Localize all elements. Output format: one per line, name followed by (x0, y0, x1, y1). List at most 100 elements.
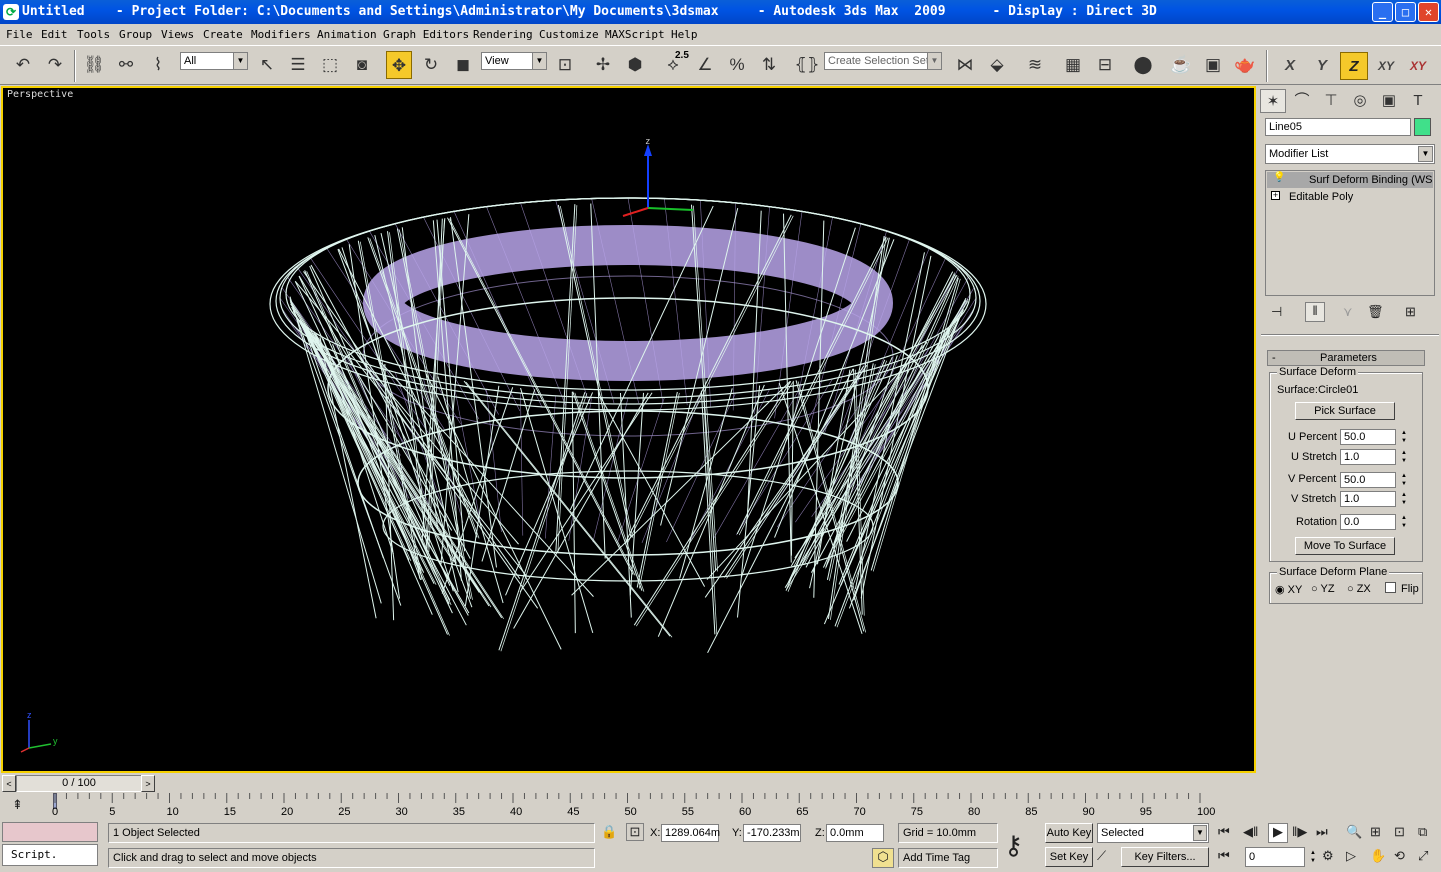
pivot-center-icon[interactable]: ⊡ (552, 51, 578, 79)
select-object-icon[interactable]: ↖ (254, 51, 280, 79)
object-name-field[interactable]: Line05 (1265, 118, 1411, 136)
menu-tools[interactable]: Tools (77, 28, 110, 41)
v-stretch-spinner-icon[interactable]: ▲ ▼ (1399, 491, 1409, 507)
menu-help[interactable]: Help (671, 28, 698, 41)
play-icon[interactable]: ▶ (1268, 823, 1288, 843)
menu-graph-editors[interactable]: Graph Editors (383, 28, 469, 41)
spinner-snap-icon[interactable]: ⇅ (756, 51, 782, 79)
time-configuration-icon[interactable]: ⚙ (1322, 848, 1334, 864)
render-setup-icon[interactable]: ☕ (1168, 51, 1194, 79)
parameters-rollout-header[interactable]: - Parameters (1267, 350, 1425, 366)
axis-x-button[interactable]: X (1276, 52, 1304, 80)
radio-zx[interactable]: ○ ZX (1347, 583, 1371, 595)
maxscript-mini-listener[interactable]: Script. (2, 844, 98, 866)
rectangular-selection-icon[interactable]: ⬚ (317, 51, 343, 79)
menu-edit[interactable]: Edit (41, 28, 68, 41)
x-coord-field[interactable]: 1289.064m (661, 824, 720, 842)
reference-coord-dropdown[interactable]: View ▼ (481, 52, 547, 70)
menu-views[interactable]: Views (161, 28, 194, 41)
maximize-button[interactable]: □ (1395, 2, 1416, 22)
rotation-field[interactable]: 0.0 (1340, 514, 1396, 530)
angle-snap-icon[interactable]: ∠ (692, 51, 718, 79)
select-and-scale-icon[interactable]: ◼ (450, 51, 476, 79)
flip-checkbox[interactable] (1385, 582, 1396, 593)
stack-item-surf-deform[interactable]: 💡 Surf Deform Binding (WS (1267, 172, 1433, 188)
menu-file[interactable]: File (6, 28, 33, 41)
radio-xy[interactable]: ◉ XY (1275, 583, 1302, 596)
keyboard-shortcut-icon[interactable]: ⬢ (622, 51, 648, 79)
undo-icon[interactable]: ↶ (10, 51, 36, 79)
material-editor-icon[interactable]: ⬤ (1130, 51, 1156, 79)
track-bar[interactable]: ⇞ 0 5 10 15 20 25 30 35 40 45 50 55 60 65 70 75 80 85 90 95… (0, 793, 1258, 820)
pin-stack-icon[interactable]: ⊣ (1271, 304, 1282, 320)
stack-item-editable-poly[interactable]: + Editable Poly (1267, 189, 1433, 205)
menu-animation[interactable]: Animation (317, 28, 377, 41)
select-and-move-icon[interactable]: ✥ (386, 51, 412, 79)
z-coord-field[interactable]: 0.0mm (826, 824, 884, 842)
menu-modifiers[interactable]: Modifiers (251, 28, 311, 41)
key-mode-toggle-icon[interactable]: ⏮ (1218, 848, 1230, 864)
key-mode-dropdown[interactable]: Selected ▼ (1097, 823, 1209, 843)
next-frame-icon[interactable]: > (141, 775, 155, 792)
close-button[interactable]: ✕ (1418, 2, 1439, 22)
axis-xy-button[interactable]: XY (1372, 52, 1400, 80)
make-unique-icon[interactable]: ⋎ (1343, 304, 1353, 320)
select-manipulate-icon[interactable]: ✢ (590, 51, 616, 79)
set-key-mode-icon[interactable]: ⚷ (1004, 830, 1023, 861)
named-selection-input[interactable]: Create Selection Set ▼ (824, 52, 942, 70)
perspective-viewport[interactable]: Perspective z z y (1, 86, 1256, 773)
edit-named-selection-icon[interactable]: ⦃⦄ (794, 51, 820, 79)
menu-customize[interactable]: Customize (539, 28, 599, 41)
motion-tab-icon[interactable]: ◎ (1347, 89, 1373, 113)
u-percent-spinner-icon[interactable]: ▲ ▼ (1399, 429, 1409, 445)
time-slider[interactable]: 0 / 100 (16, 775, 142, 792)
create-tab-icon[interactable]: ✶ (1260, 89, 1286, 113)
percent-snap-icon[interactable]: % (724, 51, 750, 79)
zoom-extents-icon[interactable]: ⊡ (1394, 824, 1405, 840)
select-by-name-icon[interactable]: ☰ (285, 51, 311, 79)
axis-xy-cycle-button[interactable]: XY (1404, 52, 1432, 80)
arc-rotate-icon[interactable]: ⟲ (1394, 848, 1405, 864)
select-and-link-icon[interactable]: ⛓ (81, 51, 107, 79)
mirror-icon[interactable]: ⋈ (952, 51, 978, 79)
auto-key-button[interactable]: Auto Key (1045, 823, 1093, 843)
field-of-view-icon[interactable]: ▷ (1346, 848, 1356, 864)
remove-modifier-icon[interactable]: 🗑 (1367, 304, 1384, 320)
default-tangents-icon[interactable]: ⟋ (1097, 848, 1106, 864)
modifier-list-dropdown[interactable]: Modifier List ▼ (1265, 144, 1435, 164)
pan-icon[interactable]: ✋ (1370, 848, 1386, 864)
hierarchy-tab-icon[interactable]: ⊤ (1318, 89, 1344, 113)
quick-render-icon[interactable]: 🫖 (1232, 51, 1258, 79)
frame-spinner-icon[interactable]: ▲ ▼ (1308, 849, 1318, 865)
u-percent-field[interactable]: 50.0 (1340, 429, 1396, 445)
y-coord-field[interactable]: -170.233m (743, 824, 801, 842)
key-filters-button[interactable]: Key Filters... (1121, 847, 1209, 867)
selection-lock-icon[interactable]: 🔒 (601, 824, 617, 840)
configure-sets-icon[interactable]: ⊞ (1405, 304, 1416, 320)
layer-manager-icon[interactable]: ≋ (1022, 51, 1048, 79)
zoom-extents-all-icon[interactable]: ⧉ (1418, 824, 1427, 840)
menu-maxscript[interactable]: MAXScript (605, 28, 665, 41)
show-end-result-icon[interactable]: ‖ (1305, 302, 1325, 322)
minimize-button[interactable]: _ (1372, 2, 1393, 22)
zoom-icon[interactable]: 🔍 (1346, 824, 1362, 840)
u-stretch-spinner-icon[interactable]: ▲ ▼ (1399, 449, 1409, 465)
time-tag-icon[interactable]: ⬡ (872, 848, 894, 868)
previous-frame-icon[interactable]: ◀‖ (1243, 824, 1258, 840)
current-frame-field[interactable]: 0 (1245, 847, 1305, 867)
align-icon[interactable]: ⬙ (984, 51, 1010, 79)
maximize-viewport-icon[interactable]: ⤢ (1418, 848, 1428, 864)
display-tab-icon[interactable]: ▣ (1376, 89, 1402, 113)
schematic-view-icon[interactable]: ⊟ (1092, 51, 1118, 79)
add-time-tag[interactable]: Add Time Tag (898, 848, 998, 868)
maxscript-listener-color[interactable] (2, 822, 98, 842)
rendered-frame-icon[interactable]: ▣ (1200, 51, 1226, 79)
redo-icon[interactable]: ↷ (42, 51, 68, 79)
menu-create[interactable]: Create (203, 28, 243, 41)
select-and-rotate-icon[interactable]: ↻ (418, 51, 444, 79)
rotation-spinner-icon[interactable]: ▲ ▼ (1399, 514, 1409, 530)
window-crossing-icon[interactable]: ◙ (349, 51, 375, 79)
expand-icon[interactable]: + (1271, 191, 1280, 200)
v-percent-spinner-icon[interactable]: ▲ ▼ (1399, 472, 1409, 488)
u-stretch-field[interactable]: 1.0 (1340, 449, 1396, 465)
